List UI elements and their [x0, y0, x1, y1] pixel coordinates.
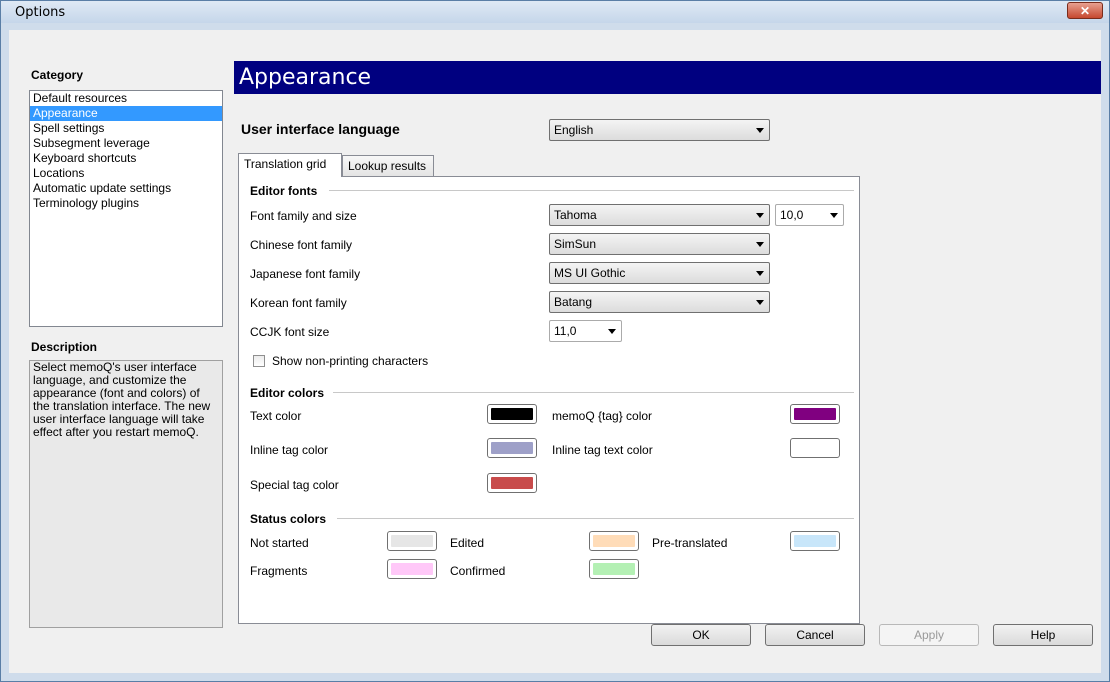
memoq-tag-color-fill — [794, 408, 836, 420]
confirmed-label: Confirmed — [450, 564, 506, 578]
confirmed-color-fill — [593, 563, 635, 575]
not-started-color-fill — [391, 535, 433, 547]
category-item-default-resources[interactable]: Default resources — [30, 91, 222, 106]
chevron-down-icon — [756, 213, 764, 218]
japanese-font-value: MS UI Gothic — [554, 266, 626, 280]
text-color-swatch[interactable] — [487, 404, 537, 424]
ccjk-font-size-label: CCJK font size — [250, 325, 330, 339]
cancel-button-label: Cancel — [796, 628, 834, 642]
not-started-label: Not started — [250, 536, 309, 550]
tab-translation-grid[interactable]: Translation grid — [238, 153, 342, 177]
chinese-font-select[interactable]: SimSun — [549, 233, 770, 255]
ok-button[interactable]: OK — [651, 624, 751, 646]
show-nonprinting-label[interactable]: Show non-printing characters — [272, 354, 428, 368]
korean-font-value: Batang — [554, 295, 593, 309]
apply-button[interactable]: Apply — [879, 624, 979, 646]
editor-colors-divider — [333, 392, 854, 393]
window-title: Options — [15, 5, 66, 20]
category-item-automatic-update-settings[interactable]: Automatic update settings — [30, 181, 222, 196]
edited-color-fill — [593, 535, 635, 547]
tab-lookup-results-label: Lookup results — [348, 159, 427, 173]
options-dialog: Options ✕ Category Default resources App… — [0, 0, 1110, 682]
korean-font-label: Korean font family — [250, 296, 347, 310]
not-started-color-swatch[interactable] — [387, 531, 437, 551]
category-item-locations[interactable]: Locations — [30, 166, 222, 181]
fragments-label: Fragments — [250, 564, 308, 578]
korean-font-select[interactable]: Batang — [549, 291, 770, 313]
chinese-font-value: SimSun — [554, 237, 597, 251]
text-color-fill — [491, 408, 533, 420]
editor-fonts-header: Editor fonts — [250, 184, 318, 198]
editor-colors-header: Editor colors — [250, 386, 325, 400]
font-size-value: 10,0 — [780, 208, 804, 222]
memoq-tag-color-label: memoQ {tag} color — [552, 409, 653, 423]
dialog-client: Category Default resources Appearance Sp… — [9, 30, 1101, 673]
fragments-color-fill — [391, 563, 433, 575]
chinese-font-label: Chinese font family — [250, 238, 353, 252]
edited-label: Edited — [450, 536, 485, 550]
confirmed-color-swatch[interactable] — [589, 559, 639, 579]
inline-tag-color-fill — [491, 442, 533, 454]
status-colors-divider — [337, 518, 854, 519]
chevron-down-icon — [830, 213, 838, 218]
font-family-select[interactable]: Tahoma — [549, 204, 770, 226]
pretranslated-label: Pre-translated — [652, 536, 728, 550]
font-size-select[interactable]: 10,0 — [775, 204, 844, 226]
title-bar[interactable]: Options ✕ — [1, 1, 1109, 23]
chevron-down-icon — [756, 128, 764, 133]
pretranslated-color-fill — [794, 535, 836, 547]
font-family-value: Tahoma — [554, 208, 597, 222]
inline-tag-color-swatch[interactable] — [487, 438, 537, 458]
close-icon[interactable]: ✕ — [1080, 4, 1090, 18]
status-colors-header: Status colors — [250, 512, 327, 526]
show-nonprinting-checkbox[interactable] — [253, 355, 265, 367]
ok-button-label: OK — [692, 628, 710, 642]
ccjk-font-size-select[interactable]: 11,0 — [549, 320, 622, 342]
tab-lookup-results[interactable]: Lookup results — [342, 155, 434, 177]
ui-language-select[interactable]: English — [549, 119, 770, 141]
ui-language-label: User interface language — [241, 121, 400, 137]
inline-tag-text-color-swatch[interactable] — [790, 438, 840, 458]
close-button[interactable]: ✕ — [1067, 2, 1103, 19]
pretranslated-color-swatch[interactable] — [790, 531, 840, 551]
inline-tag-text-color-fill — [794, 442, 836, 454]
japanese-font-select[interactable]: MS UI Gothic — [549, 262, 770, 284]
tab-translation-grid-label: Translation grid — [244, 157, 327, 171]
category-item-keyboard-shortcuts[interactable]: Keyboard shortcuts — [30, 151, 222, 166]
chevron-down-icon — [756, 242, 764, 247]
japanese-font-label: Japanese font family — [250, 267, 361, 281]
chevron-down-icon — [608, 329, 616, 334]
font-family-label: Font family and size — [250, 209, 357, 223]
apply-button-label: Apply — [913, 628, 945, 642]
chevron-down-icon — [756, 300, 764, 305]
ccjk-font-size-value: 11,0 — [554, 324, 577, 338]
cancel-button[interactable]: Cancel — [765, 624, 865, 646]
special-tag-color-label: Special tag color — [250, 478, 339, 492]
category-item-appearance[interactable]: Appearance — [30, 106, 222, 121]
memoq-tag-color-swatch[interactable] — [790, 404, 840, 424]
text-color-label: Text color — [250, 409, 302, 423]
edited-color-swatch[interactable] — [589, 531, 639, 551]
page-title: Appearance — [239, 65, 372, 90]
category-list[interactable]: Default resources Appearance Spell setti… — [29, 90, 223, 327]
chevron-down-icon — [756, 271, 764, 276]
help-button-label: Help — [1030, 628, 1056, 642]
category-header: Category — [31, 68, 84, 82]
description-header: Description — [31, 340, 98, 354]
special-tag-color-swatch[interactable] — [487, 473, 537, 493]
category-item-subsegment-leverage[interactable]: Subsegment leverage — [30, 136, 222, 151]
description-box: Select memoQ's user interface language, … — [29, 360, 223, 628]
category-item-spell-settings[interactable]: Spell settings — [30, 121, 222, 136]
special-tag-color-fill — [491, 477, 533, 489]
editor-fonts-divider — [329, 190, 854, 191]
page-title-banner: Appearance — [234, 61, 1101, 94]
inline-tag-text-color-label: Inline tag text color — [552, 443, 653, 457]
fragments-color-swatch[interactable] — [387, 559, 437, 579]
inline-tag-color-label: Inline tag color — [250, 443, 329, 457]
ui-language-value: English — [554, 123, 594, 137]
category-item-terminology-plugins[interactable]: Terminology plugins — [30, 196, 222, 211]
help-button[interactable]: Help — [993, 624, 1093, 646]
description-text: Select memoQ's user interface language, … — [33, 360, 211, 439]
